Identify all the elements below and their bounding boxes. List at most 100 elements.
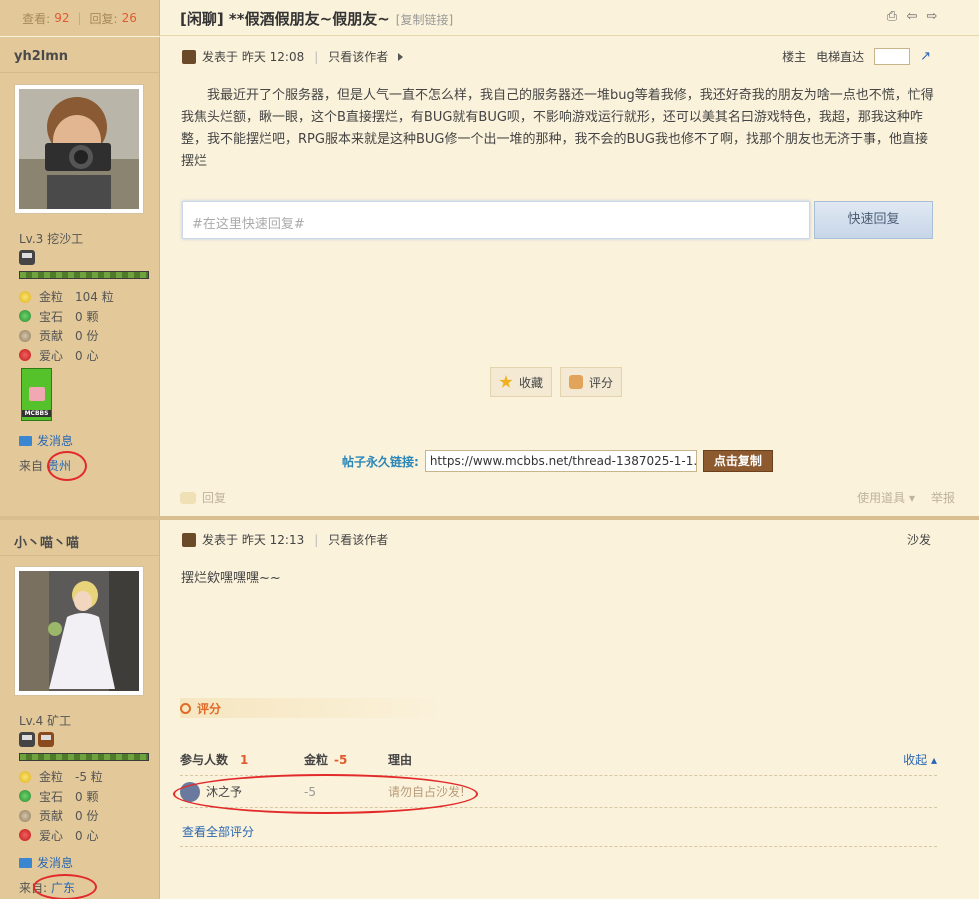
- stat-gem: 宝石 0 颗: [19, 307, 114, 327]
- stat-gold: 金粒 -5 粒: [19, 767, 103, 787]
- user-stats: 金粒 104 粒 宝石 0 颗 贡献 0 份 爱心 0 心: [19, 287, 114, 365]
- experience-bar: [19, 271, 149, 279]
- print-icon[interactable]: ⎙: [885, 10, 899, 24]
- gem-icon: [19, 310, 31, 323]
- floor-label: 楼主: [782, 50, 807, 64]
- post-body: 我最近开了个服务器，但是人气一直不怎么样，我自己的服务器还一堆bug等着我修，我…: [181, 88, 934, 169]
- thread-stats: 查看: 92 | 回复: 26: [0, 0, 160, 36]
- replies-label: 回复:: [89, 11, 118, 26]
- send-message-link[interactable]: 发消息: [19, 432, 73, 449]
- stat-contribution: 贡献 0 份: [19, 326, 114, 346]
- views-label: 查看:: [22, 11, 51, 26]
- user-level: Lv.3 挖沙工: [19, 232, 84, 246]
- use-tools-menu[interactable]: 使用道具 ▾: [857, 489, 915, 506]
- post-footer: 回复 使用道具 ▾ 举报: [180, 489, 955, 506]
- reply-link[interactable]: 回复: [180, 489, 226, 506]
- post-time: 发表于 昨天 12:08: [202, 50, 305, 64]
- contribution-icon: [19, 809, 31, 822]
- participants-count: 1: [240, 752, 249, 767]
- reply-bubble-icon: [180, 491, 196, 504]
- post-floor-tools: 沙发: [907, 531, 931, 548]
- rate-button[interactable]: 评分: [560, 367, 623, 397]
- quick-reply-button[interactable]: 快速回复: [814, 201, 933, 239]
- online-status-icon: [182, 49, 196, 64]
- author-name[interactable]: yh2lmn: [0, 37, 159, 73]
- post-2: 发表于 昨天 12:13 | 只看该作者 沙发 摆烂欸嘿嘿嘿~~ 评分 参与人数…: [160, 520, 979, 899]
- favorite-button[interactable]: 收藏: [490, 367, 553, 397]
- user-location: 来自: 广东: [19, 881, 76, 895]
- user-badges: [19, 250, 35, 265]
- location-value: 广东: [51, 881, 76, 895]
- only-author-link[interactable]: 只看该作者: [328, 48, 388, 65]
- post-meta: 发表于 昨天 12:08 | 只看该作者: [182, 48, 404, 65]
- post-floor-tools: 楼主 电梯直达 ↗: [782, 48, 931, 65]
- jump-go-icon[interactable]: ↗: [920, 49, 931, 64]
- prev-thread-icon[interactable]: ⇦: [905, 10, 919, 24]
- mail-icon: [19, 857, 32, 868]
- only-author-link[interactable]: 只看该作者: [328, 531, 388, 548]
- chest-minecart-badge-icon: [38, 732, 54, 747]
- copy-link-button[interactable]: [复制链接]: [396, 11, 453, 28]
- rater-gold: -5: [304, 784, 316, 799]
- copy-permalink-button[interactable]: 点击复制: [702, 450, 773, 472]
- stat-gem: 宝石 0 颗: [19, 787, 103, 807]
- author-sidebar: yh2lmn Lv.3 挖沙工 金粒 104 粒 宝石 0 颗 贡献 0 份 爱心 0 …: [0, 37, 160, 516]
- collapse-link[interactable]: 收起 ▴: [903, 751, 937, 768]
- minecart-badge-icon: [19, 732, 35, 747]
- play-arrow-icon[interactable]: [398, 52, 404, 61]
- gold-icon: [19, 770, 31, 783]
- permalink-field[interactable]: https://www.mcbbs.net/thread-1387025-1-1…: [424, 450, 697, 472]
- rating-table: 参与人数 1 金粒 -5 理由 收起 ▴ 沐之予 -5 请勿自占沙发!: [180, 744, 937, 808]
- gold-icon: [19, 290, 31, 303]
- user-level: Lv.4 矿工: [19, 714, 72, 728]
- reason-header: 理由: [388, 753, 413, 767]
- next-thread-icon[interactable]: ⇨: [925, 10, 939, 24]
- floor-jump-input[interactable]: [874, 48, 911, 65]
- elevator-label: 电梯直达: [816, 50, 865, 64]
- post-time: 发表于 昨天 12:13: [202, 533, 305, 547]
- contribution-icon: [19, 329, 31, 342]
- avatar-image: [19, 89, 139, 209]
- rating-header: 评分: [180, 698, 450, 718]
- view-all-ratings-link[interactable]: 查看全部评分: [182, 823, 254, 840]
- quick-reply-input[interactable]: #在这里快速回复#: [182, 201, 810, 239]
- apple-heart-icon: [19, 829, 31, 842]
- stat-contribution: 贡献 0 份: [19, 806, 103, 826]
- post-meta: 发表于 昨天 12:13 | 只看该作者: [182, 531, 388, 548]
- avatar-image: [19, 571, 139, 691]
- avatar[interactable]: [14, 84, 144, 214]
- rating-row: 沐之予 -5 请勿自占沙发!: [180, 776, 937, 808]
- rating-divider: [180, 846, 937, 847]
- report-link[interactable]: 举报: [931, 489, 955, 506]
- rater-avatar[interactable]: [180, 781, 200, 802]
- user-badges: [19, 732, 54, 747]
- post-1: 发表于 昨天 12:08 | 只看该作者 楼主 电梯直达 ↗ 我最近开了个服务器…: [160, 37, 979, 516]
- user-stats: 金粒 -5 粒 宝石 0 颗 贡献 0 份 爱心 0 心: [19, 767, 103, 845]
- views-count: 92: [54, 11, 70, 25]
- online-status-icon: [182, 532, 196, 547]
- replies-count: 26: [121, 11, 137, 25]
- user-location: 来自 贵州: [19, 459, 72, 473]
- permalink-row: 帖子永久链接: https://www.mcbbs.net/thread-138…: [342, 450, 773, 472]
- gold-total: -5: [334, 753, 348, 767]
- experience-bar: [19, 753, 149, 761]
- star-icon: [499, 375, 513, 388]
- mcbbs-medal-icon[interactable]: MCBBS: [21, 368, 52, 421]
- author-name[interactable]: 小丶喵丶喵: [0, 520, 159, 556]
- mail-icon: [19, 435, 32, 446]
- gem-icon: [19, 790, 31, 803]
- rating-table-header: 参与人数 1 金粒 -5 理由 收起 ▴: [180, 744, 937, 776]
- rater-name[interactable]: 沐之予: [206, 783, 242, 800]
- post-body: 摆烂欸嘿嘿嘿~~: [181, 571, 281, 586]
- stat-love: 爱心 0 心: [19, 346, 114, 366]
- thread-header: 查看: 92 | 回复: 26 [闲聊] **假酒假朋友~假朋友~ [复制链接]…: [0, 0, 979, 36]
- rater-reason: 请勿自占沙发!: [388, 785, 465, 799]
- floor-label: 沙发: [906, 533, 931, 547]
- avatar[interactable]: [14, 566, 144, 696]
- stat-love: 爱心 0 心: [19, 826, 103, 846]
- permalink-label: 帖子永久链接:: [342, 454, 419, 469]
- location-value: 贵州: [47, 459, 72, 473]
- stat-gold: 金粒 104 粒: [19, 287, 114, 307]
- send-message-link[interactable]: 发消息: [19, 854, 73, 871]
- thread-title: [闲聊] **假酒假朋友~假朋友~: [180, 10, 390, 28]
